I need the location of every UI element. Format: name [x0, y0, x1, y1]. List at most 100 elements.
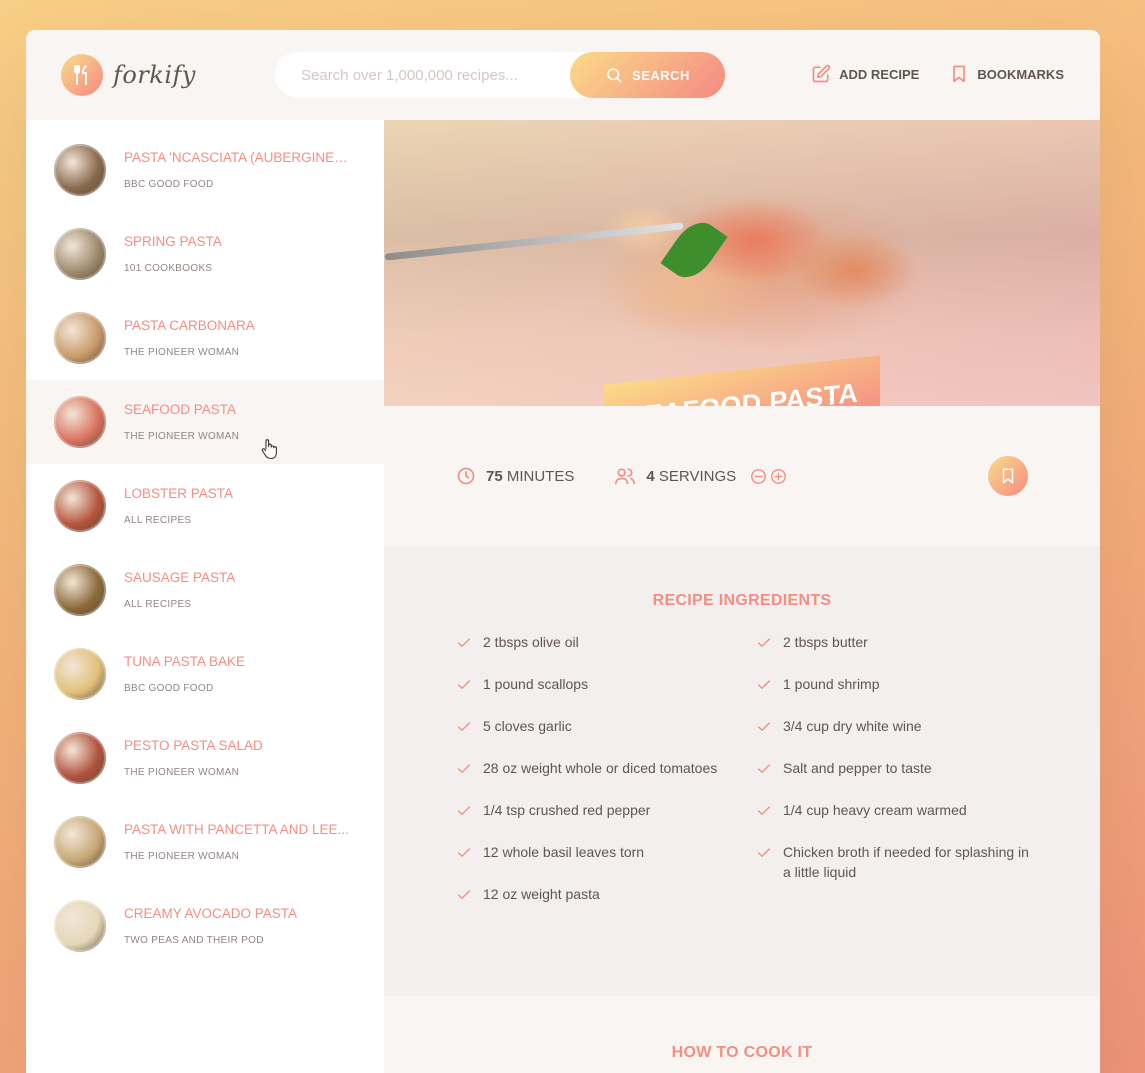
ingredient-text: 1/4 cup heavy cream warmed [783, 802, 967, 818]
check-icon [458, 848, 470, 857]
ingredient-text: 12 oz weight pasta [483, 886, 600, 902]
result-publisher: THE PIONEER WOMAN [124, 347, 240, 358]
servings-value: 4 [646, 467, 655, 485]
result-text: PASTA 'NCASCIATA (AUBERGINE ... BBC GOOD … [124, 150, 349, 190]
results-list: PASTA 'NCASCIATA (AUBERGINE ... BBC GOOD … [26, 128, 384, 968]
check-icon [758, 722, 770, 731]
bookmarks-button[interactable]: BOOKMARKS [949, 64, 1064, 84]
result-title: PASTA WITH PANCETTA AND LEE... [124, 822, 349, 837]
ingredient-text: 1 pound scallops [483, 676, 589, 692]
ingredient-item: Chicken broth if needed for splashing in… [756, 842, 1036, 884]
increase-servings-button[interactable] [770, 468, 787, 485]
result-publisher: THE PIONEER WOMAN [124, 431, 240, 442]
result-title: PASTA 'NCASCIATA (AUBERGINE ... [124, 150, 349, 165]
ingredient-text: 1/4 tsp crushed red pepper [483, 802, 651, 818]
result-text: SEAFOOD PASTA THE PIONEER WOMAN [124, 402, 239, 442]
ingredient-item: 12 oz weight pasta [456, 884, 756, 926]
result-publisher: ALL RECIPES [124, 515, 192, 526]
check-icon [458, 890, 470, 899]
ingredient-item: 3/4 cup dry white wine [756, 716, 1036, 758]
clock-icon [457, 467, 475, 485]
ingredient-text: Salt and pepper to taste [783, 760, 932, 776]
check-icon [758, 680, 770, 689]
ingredient-item: 1/4 tsp crushed red pepper [456, 800, 756, 842]
ingredient-text: 12 whole basil leaves torn [483, 844, 645, 860]
recipe-title-text: SEAFOOD PASTA [625, 377, 859, 406]
users-icon [615, 468, 636, 485]
ingredients-heading: RECIPE INGREDIENTS [652, 592, 832, 609]
result-publisher: THE PIONEER WOMAN [124, 767, 240, 778]
fork-knife-icon [61, 54, 103, 96]
recipe-thumbnail [54, 228, 106, 280]
ingredient-item: 12 whole basil leaves torn [456, 842, 756, 884]
search-input[interactable] [275, 66, 555, 84]
result-publisher: THE PIONEER WOMAN [124, 851, 240, 862]
check-icon [458, 764, 470, 773]
result-text: CREAMY AVOCADO PASTA TWO PEAS AND THEIR P… [124, 906, 297, 946]
ingredient-item: Salt and pepper to taste [756, 758, 1036, 800]
result-item[interactable]: TUNA PASTA BAKE BBC GOOD FOOD [26, 632, 384, 716]
bookmark-icon [1002, 468, 1014, 484]
hand-cursor-icon [261, 439, 277, 460]
check-icon [458, 680, 470, 689]
result-text: SPRING PASTA 101 COOKBOOKS [124, 234, 222, 274]
result-item[interactable]: PASTA CARBONARA THE PIONEER WOMAN [26, 296, 384, 380]
result-text: LOBSTER PASTA ALL RECIPES [124, 486, 233, 526]
bookmark-icon [953, 65, 966, 83]
decrease-servings-button[interactable] [750, 468, 767, 485]
logo[interactable]: forkify [61, 54, 196, 96]
result-text: TUNA PASTA BAKE BBC GOOD FOOD [124, 654, 245, 694]
search-icon [607, 68, 622, 83]
result-publisher: 101 COOKBOOKS [124, 263, 213, 274]
ingredient-item: 2 tbsps olive oil [456, 632, 756, 674]
logo-text: forkify [113, 61, 196, 89]
result-text: PESTO PASTA SALAD THE PIONEER WOMAN [124, 738, 263, 778]
recipe-thumbnail [54, 144, 106, 196]
ingredient-text: 2 tbsps butter [783, 634, 868, 650]
ingredient-list: 2 tbsps olive oil 2 tbsps butter 1 pound s… [456, 632, 1029, 926]
search-button-label: SEARCH [632, 67, 690, 83]
result-item[interactable]: CREAMY AVOCADO PASTA TWO PEAS AND THEIR P… [26, 884, 384, 968]
edit-icon [812, 64, 831, 83]
add-recipe-label: ADD RECIPE [839, 66, 920, 82]
result-item[interactable]: SEAFOOD PASTA THE PIONEER WOMAN [26, 380, 384, 464]
check-icon [458, 722, 470, 731]
search-button[interactable]: SEARCH [570, 52, 725, 98]
result-item[interactable]: PASTA WITH PANCETTA AND LEE... THE PIONEE… [26, 800, 384, 884]
result-text: PASTA CARBONARA THE PIONEER WOMAN [124, 318, 255, 358]
check-icon [458, 638, 470, 647]
fork-shape [384, 222, 684, 261]
result-title: PASTA CARBONARA [124, 318, 255, 333]
recipe-thumbnail [54, 900, 106, 952]
result-item[interactable]: PESTO PASTA SALAD THE PIONEER WOMAN [26, 716, 384, 800]
search-results: PASTA 'NCASCIATA (AUBERGINE ... BBC GOOD … [26, 120, 384, 1073]
cooking-time-value: 75 [486, 467, 503, 485]
ingredient-item: 5 cloves garlic [456, 716, 756, 758]
ingredient-text: 2 tbsps olive oil [483, 634, 579, 650]
ingredient-item: 1 pound scallops [456, 674, 756, 716]
ingredient-text: 1 pound shrimp [783, 676, 880, 692]
check-icon [758, 848, 770, 857]
recipe-image: SEAFOOD PASTA [384, 120, 1100, 406]
result-title: PESTO PASTA SALAD [124, 738, 263, 753]
recipe-thumbnail [54, 480, 106, 532]
recipe-thumbnail [54, 396, 106, 448]
nav: ADD RECIPE BOOKMARKS [811, 64, 1064, 84]
recipe-thumbnail [54, 312, 106, 364]
add-recipe-button[interactable]: ADD RECIPE [811, 64, 919, 84]
result-title: SPRING PASTA [124, 234, 222, 249]
result-item[interactable]: SAUSAGE PASTA ALL RECIPES [26, 548, 384, 632]
ingredient-item: 28 oz weight whole or diced tomatoes [456, 758, 756, 800]
result-text: SAUSAGE PASTA ALL RECIPES [124, 570, 235, 610]
result-item[interactable]: LOBSTER PASTA ALL RECIPES [26, 464, 384, 548]
result-item[interactable]: SPRING PASTA 101 COOKBOOKS [26, 212, 384, 296]
recipe-thumbnail [54, 564, 106, 616]
check-icon [758, 806, 770, 815]
servings-unit: SERVINGS [658, 467, 737, 485]
result-item[interactable]: PASTA 'NCASCIATA (AUBERGINE ... BBC GOOD … [26, 128, 384, 212]
bookmark-recipe-button[interactable] [988, 456, 1028, 496]
result-title: CREAMY AVOCADO PASTA [124, 906, 298, 921]
ingredient-item: 2 tbsps butter [756, 632, 1036, 674]
ingredient-item: 1 pound shrimp [756, 674, 1036, 716]
ingredient-text: 28 oz weight whole or diced tomatoes [483, 760, 718, 776]
